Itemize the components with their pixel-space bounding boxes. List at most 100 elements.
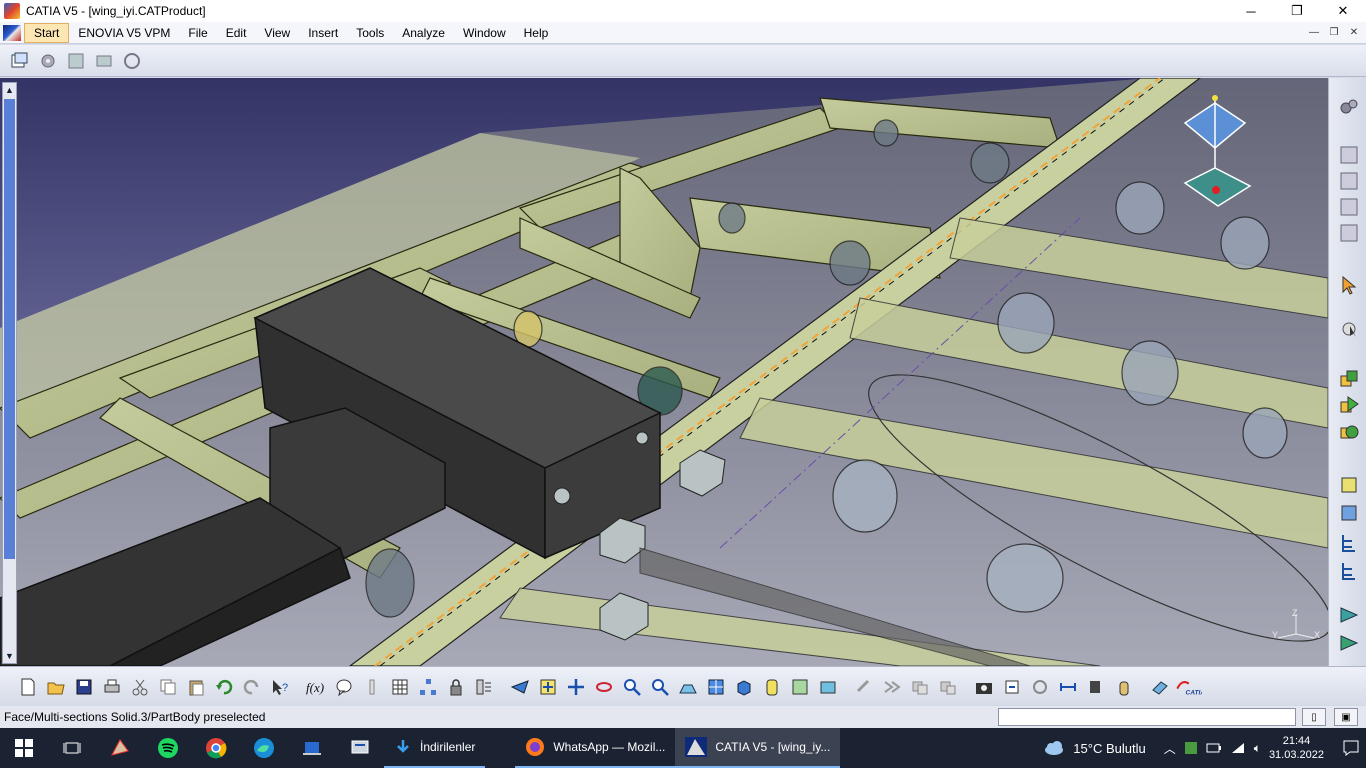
menu-start[interactable]: Start	[24, 22, 70, 43]
normal-view-icon[interactable]	[674, 673, 702, 701]
paste-icon[interactable]	[182, 673, 210, 701]
snap-icon[interactable]	[850, 673, 878, 701]
windows-start-icon[interactable]	[0, 728, 48, 768]
print-icon[interactable]	[98, 673, 126, 701]
pinned-app-3-icon[interactable]	[336, 728, 384, 768]
formula-icon[interactable]: f(x)	[302, 673, 330, 701]
constraint-icon-2[interactable]	[1338, 394, 1360, 416]
volume-icon[interactable]: 🔈︎	[1254, 741, 1261, 756]
fit-all-icon[interactable]	[534, 673, 562, 701]
doc-restore-button[interactable]: ❐	[1326, 25, 1342, 40]
save-icon[interactable]	[70, 673, 98, 701]
hierarchy-icon[interactable]	[414, 673, 442, 701]
cut-icon[interactable]	[126, 673, 154, 701]
measure-between-icon[interactable]	[1054, 673, 1082, 701]
measure-item-icon[interactable]	[1082, 673, 1110, 701]
capture-icon[interactable]	[970, 673, 998, 701]
section-icon-1[interactable]	[1338, 604, 1360, 626]
iso-view-icon[interactable]	[730, 673, 758, 701]
update-icon[interactable]	[998, 673, 1026, 701]
shading-icon[interactable]	[758, 673, 786, 701]
clock[interactable]: 21:44 31.03.2022	[1269, 734, 1324, 762]
sectioning-icon[interactable]	[934, 673, 962, 701]
menu-edit[interactable]: Edit	[217, 23, 256, 43]
chrome-icon[interactable]	[192, 728, 240, 768]
minimize-button[interactable]: ─	[1228, 0, 1274, 22]
task-view-icon[interactable]	[48, 728, 96, 768]
whats-this-icon[interactable]: ?	[266, 673, 294, 701]
fly-mode-icon[interactable]	[506, 673, 534, 701]
gear-tools-icon-1[interactable]	[36, 49, 60, 73]
tray-app-icon[interactable]	[1184, 741, 1198, 755]
explode-icon[interactable]	[878, 673, 906, 701]
taskbar-app-firefox[interactable]: WhatsApp — Mozil...	[515, 728, 676, 768]
notifications-icon[interactable]	[1342, 739, 1360, 757]
zoom-out-icon[interactable]	[646, 673, 674, 701]
section-icon-2[interactable]	[1338, 632, 1360, 654]
tree-icon-2[interactable]	[1338, 560, 1360, 582]
catalog-icon-2[interactable]	[1338, 170, 1360, 192]
doc-close-button[interactable]: ✕	[1346, 25, 1362, 40]
clash-icon[interactable]	[906, 673, 934, 701]
lock-icon[interactable]	[442, 673, 470, 701]
undo-icon[interactable]	[210, 673, 238, 701]
pinned-app-2-icon[interactable]	[288, 728, 336, 768]
catalog-icon-4[interactable]	[1338, 222, 1360, 244]
open-folder-icon[interactable]	[42, 673, 70, 701]
redo-icon[interactable]	[238, 673, 266, 701]
measure-inertia-icon[interactable]	[1110, 673, 1138, 701]
copy-icon[interactable]	[154, 673, 182, 701]
menu-enovia[interactable]: ENOVIA V5 VPM	[69, 23, 179, 43]
scroll-up-arrow-icon[interactable]: ▲	[4, 84, 15, 96]
constraint-icon-3[interactable]	[1338, 420, 1360, 442]
product-structure-icon[interactable]	[8, 49, 32, 73]
close-button[interactable]: ✕	[1320, 0, 1366, 22]
3d-viewport[interactable]: Z Y X	[0, 78, 1328, 666]
multi-view-icon[interactable]	[702, 673, 730, 701]
manipulate-icon[interactable]	[1338, 318, 1360, 340]
menu-file[interactable]: File	[179, 23, 216, 43]
menu-view[interactable]: View	[255, 23, 299, 43]
scrollbar-thumb[interactable]	[4, 99, 15, 559]
cycle-icon[interactable]	[1026, 673, 1054, 701]
wifi-icon[interactable]	[1230, 741, 1246, 755]
menu-insert[interactable]: Insert	[299, 23, 347, 43]
gear-tools-icon-4[interactable]	[120, 49, 144, 73]
apply-material-icon[interactable]	[1146, 673, 1174, 701]
pinned-app-icon[interactable]	[96, 728, 144, 768]
status-button-1[interactable]: ▯	[1302, 708, 1326, 726]
knowledge-icon[interactable]	[358, 673, 386, 701]
battery-icon[interactable]	[1206, 742, 1222, 754]
catalog-icon-1[interactable]	[1338, 144, 1360, 166]
chevron-up-icon[interactable]: ︿	[1164, 740, 1176, 757]
taskbar-app-catia[interactable]: CATIA V5 - [wing_iy...	[675, 728, 841, 768]
status-button-2[interactable]: ▣	[1334, 708, 1358, 726]
hide-show-icon[interactable]	[786, 673, 814, 701]
weather-text[interactable]: 15°C Bulutlu	[1073, 741, 1145, 756]
zoom-in-icon[interactable]	[618, 673, 646, 701]
doc-minimize-button[interactable]: —	[1306, 25, 1322, 40]
table-icon[interactable]	[386, 673, 414, 701]
catia-menu-logo[interactable]	[3, 24, 21, 41]
select-arrow-icon[interactable]	[1338, 274, 1360, 296]
power-input-field[interactable]	[998, 708, 1296, 726]
maximize-button[interactable]: ❐	[1274, 0, 1320, 22]
gears-icon[interactable]	[1338, 96, 1360, 118]
fix-component-icon[interactable]	[1338, 474, 1360, 496]
swap-space-icon[interactable]	[814, 673, 842, 701]
constraint-icon-1[interactable]	[1338, 368, 1360, 390]
assembly-icon[interactable]	[1338, 502, 1360, 524]
spotify-icon[interactable]	[144, 728, 192, 768]
menu-help[interactable]: Help	[515, 23, 558, 43]
menu-analyze[interactable]: Analyze	[393, 23, 454, 43]
parameters-icon[interactable]	[470, 673, 498, 701]
new-file-icon[interactable]	[14, 673, 42, 701]
menu-tools[interactable]: Tools	[347, 23, 393, 43]
scroll-down-arrow-icon[interactable]: ▼	[4, 650, 15, 662]
pan-icon[interactable]	[562, 673, 590, 701]
taskbar-app-downloads[interactable]: İndirilenler	[384, 728, 486, 768]
rotate-icon[interactable]	[590, 673, 618, 701]
gear-tools-icon-2[interactable]	[64, 49, 88, 73]
vertical-scrollbar[interactable]: ▲ ▼	[2, 82, 17, 664]
gear-tools-icon-3[interactable]	[92, 49, 116, 73]
